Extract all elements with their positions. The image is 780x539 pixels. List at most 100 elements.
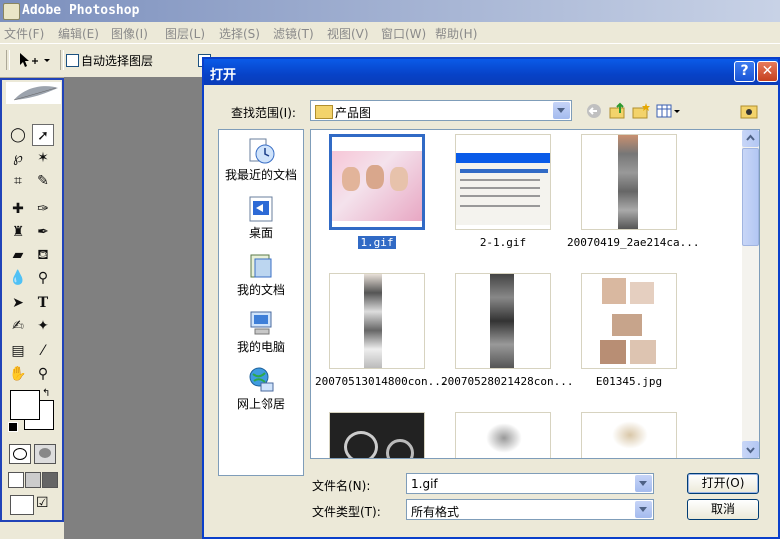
crop-tool-icon[interactable]: ⌗ xyxy=(7,170,29,192)
marquee-tool-icon[interactable]: ◯ xyxy=(7,124,29,146)
look-in-combo[interactable]: 产品图 xyxy=(310,100,572,121)
filetype-label: 文件类型(T): xyxy=(312,505,381,519)
menu-view[interactable]: 视图(V) xyxy=(327,25,369,42)
place-desktop[interactable]: 桌面 xyxy=(219,194,303,241)
place-recent-documents[interactable]: 我最近的文档 xyxy=(219,136,303,183)
menu-layer[interactable]: 图层(L) xyxy=(165,25,205,42)
quick-mask-mode-icon[interactable] xyxy=(34,444,56,464)
menu-filter[interactable]: 滤镜(T) xyxy=(273,25,314,42)
menu-bar: 文件(F) 编辑(E) 图像(I) 图层(L) 选择(S) 滤镜(T) 视图(V… xyxy=(0,22,780,43)
new-folder-icon[interactable] xyxy=(631,101,651,121)
file-thumbnail[interactable] xyxy=(329,134,425,230)
open-button[interactable]: 打开(O) xyxy=(687,473,759,494)
look-in-label: 查找范围(I): xyxy=(231,106,296,120)
standard-mode-icon[interactable] xyxy=(9,444,31,464)
file-thumbnail[interactable] xyxy=(455,273,551,369)
swap-colors-icon[interactable]: ↰ xyxy=(42,388,50,399)
hand-tool-icon[interactable]: ✋ xyxy=(7,363,29,385)
full-screen-menu-mode-icon[interactable] xyxy=(25,472,41,488)
filename-value: 1.gif xyxy=(411,477,438,491)
options-separator xyxy=(60,50,64,70)
file-thumbnail[interactable] xyxy=(455,134,551,230)
cancel-button[interactable]: 取消 xyxy=(687,499,759,520)
workspace xyxy=(64,77,202,539)
magic-wand-tool-icon[interactable]: ✶ xyxy=(32,147,54,169)
history-brush-tool-icon[interactable]: ✒ xyxy=(32,221,54,243)
file-list-view[interactable]: 1.gif 2-1.gif 20070419_2ae214ca... 20070… xyxy=(310,129,760,459)
file-thumbnail[interactable] xyxy=(581,273,677,369)
custom-shape-tool-icon[interactable]: ✦ xyxy=(32,315,54,337)
scroll-down-button[interactable] xyxy=(742,441,759,458)
standard-screen-mode-icon[interactable] xyxy=(8,472,24,488)
place-label: 我最近的文档 xyxy=(224,168,297,182)
dialog-title: 打开 xyxy=(210,68,237,83)
slice-tool-icon[interactable]: ✎ xyxy=(32,170,54,192)
file-thumbnail[interactable] xyxy=(581,412,677,458)
lasso-tool-icon[interactable]: ℘ xyxy=(7,147,29,169)
desktop-icon xyxy=(246,194,276,224)
folder-icon xyxy=(315,105,333,119)
place-my-computer[interactable]: 我的电脑 xyxy=(219,308,303,355)
view-menu-icon[interactable] xyxy=(655,101,681,121)
menu-select[interactable]: 选择(S) xyxy=(219,25,260,42)
notes-tool-icon[interactable]: ▤ xyxy=(7,340,29,362)
app-title-bar: Adobe Photoshop xyxy=(0,0,780,22)
help-icon: ? xyxy=(740,63,749,79)
file-name: 20070528021428con... xyxy=(441,375,574,388)
place-my-documents[interactable]: 我的文档 xyxy=(219,251,303,298)
scroll-up-button[interactable] xyxy=(742,130,759,147)
file-thumbnail[interactable] xyxy=(581,134,677,230)
filetype-select[interactable]: 所有格式 xyxy=(406,499,654,520)
file-thumbnail[interactable] xyxy=(329,273,425,369)
file-thumbnail[interactable] xyxy=(455,412,551,458)
close-button[interactable]: ✕ xyxy=(757,61,778,82)
open-dialog: 打开 ? ✕ 查找范围(I): 产品图 我最近的文档 桌面 我的文档 我的电脑 … xyxy=(202,57,780,539)
menu-image[interactable]: 图像(I) xyxy=(111,25,148,42)
chevron-down-icon[interactable] xyxy=(635,475,652,492)
place-network[interactable]: 网上邻居 xyxy=(219,365,303,412)
file-browser-icon[interactable] xyxy=(740,101,760,121)
up-one-level-icon[interactable] xyxy=(608,101,628,121)
menu-file[interactable]: 文件(F) xyxy=(4,25,44,42)
type-tool-icon[interactable]: T xyxy=(32,292,54,314)
zoom-tool-icon[interactable]: ⚲ xyxy=(32,363,54,385)
help-button[interactable]: ? xyxy=(734,61,755,82)
foreground-color-swatch[interactable] xyxy=(10,390,40,420)
network-places-icon xyxy=(246,365,276,395)
dodge-tool-icon[interactable]: ⚲ xyxy=(32,267,54,289)
filename-input[interactable]: 1.gif xyxy=(406,473,654,494)
my-computer-icon xyxy=(246,308,276,338)
filetype-value: 所有格式 xyxy=(411,505,460,519)
feather-logo-icon xyxy=(6,82,61,104)
full-screen-mode-icon[interactable] xyxy=(42,472,58,488)
path-selection-tool-icon[interactable]: ➤ xyxy=(7,292,29,314)
jump-to-imageready-icon[interactable] xyxy=(10,495,34,515)
file-name: 20070419_2ae214ca... xyxy=(567,236,700,249)
healing-brush-tool-icon[interactable]: ✚ xyxy=(7,198,29,220)
pen-tool-icon[interactable]: ✍ xyxy=(7,315,29,337)
filename-label: 文件名(N): xyxy=(312,479,371,493)
clone-stamp-tool-icon[interactable]: ♜ xyxy=(7,221,29,243)
paint-bucket-tool-icon[interactable]: ⛾ xyxy=(32,244,54,266)
back-icon[interactable] xyxy=(585,101,605,121)
move-tool-icon[interactable]: ➚ xyxy=(32,124,54,146)
file-thumbnail[interactable] xyxy=(329,412,425,458)
menu-help[interactable]: 帮助(H) xyxy=(435,25,477,42)
menu-edit[interactable]: 编辑(E) xyxy=(58,25,99,42)
chevron-down-icon[interactable] xyxy=(553,102,570,119)
chevron-down-icon[interactable] xyxy=(635,501,652,518)
edit-in-imageready-icon[interactable]: ☑ xyxy=(36,495,54,513)
eyedropper-tool-icon[interactable]: ⁄ xyxy=(32,340,54,362)
menu-window[interactable]: 窗口(W) xyxy=(381,25,426,42)
blur-tool-icon[interactable]: 💧 xyxy=(7,267,29,289)
move-tool-preset-icon[interactable] xyxy=(16,50,56,70)
recent-documents-icon xyxy=(246,136,276,166)
eraser-tool-icon[interactable]: ▰ xyxy=(7,244,29,266)
scroll-thumb[interactable] xyxy=(742,148,759,246)
places-bar: 我最近的文档 桌面 我的文档 我的电脑 网上邻居 xyxy=(218,129,304,476)
brush-tool-icon[interactable]: ✑ xyxy=(32,198,54,220)
default-colors-icon[interactable] xyxy=(8,422,18,432)
vertical-scrollbar[interactable] xyxy=(742,130,759,458)
file-name: 20070513014800con... xyxy=(315,375,448,388)
auto-select-layer-checkbox[interactable] xyxy=(66,54,79,67)
